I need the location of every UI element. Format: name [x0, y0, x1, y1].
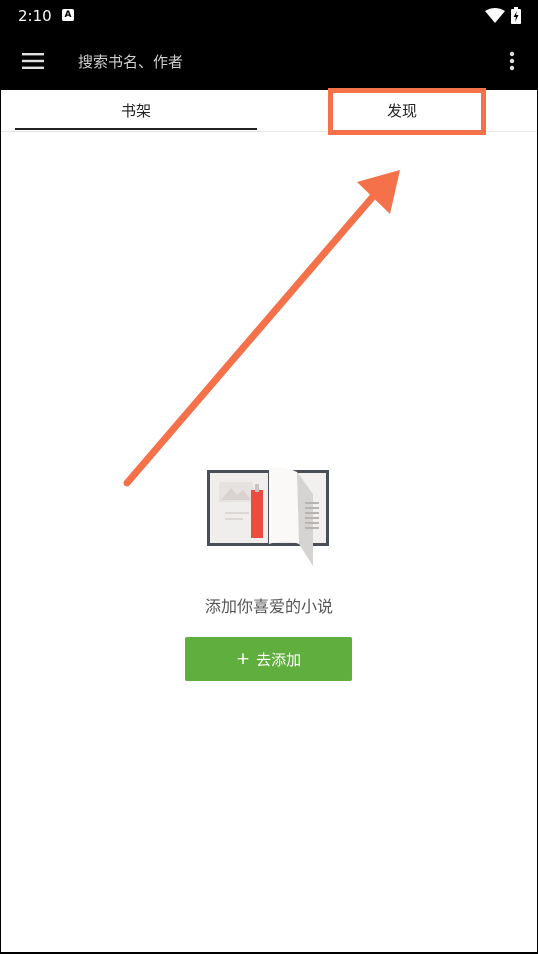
empty-state-message: 添加你喜爱的小说 [204, 597, 333, 616]
plus-icon: + [235, 648, 251, 669]
add-button-label: 去添加 [256, 650, 302, 669]
open-book-icon [207, 467, 329, 566]
add-novel-button[interactable]: + 去添加 [185, 637, 352, 681]
